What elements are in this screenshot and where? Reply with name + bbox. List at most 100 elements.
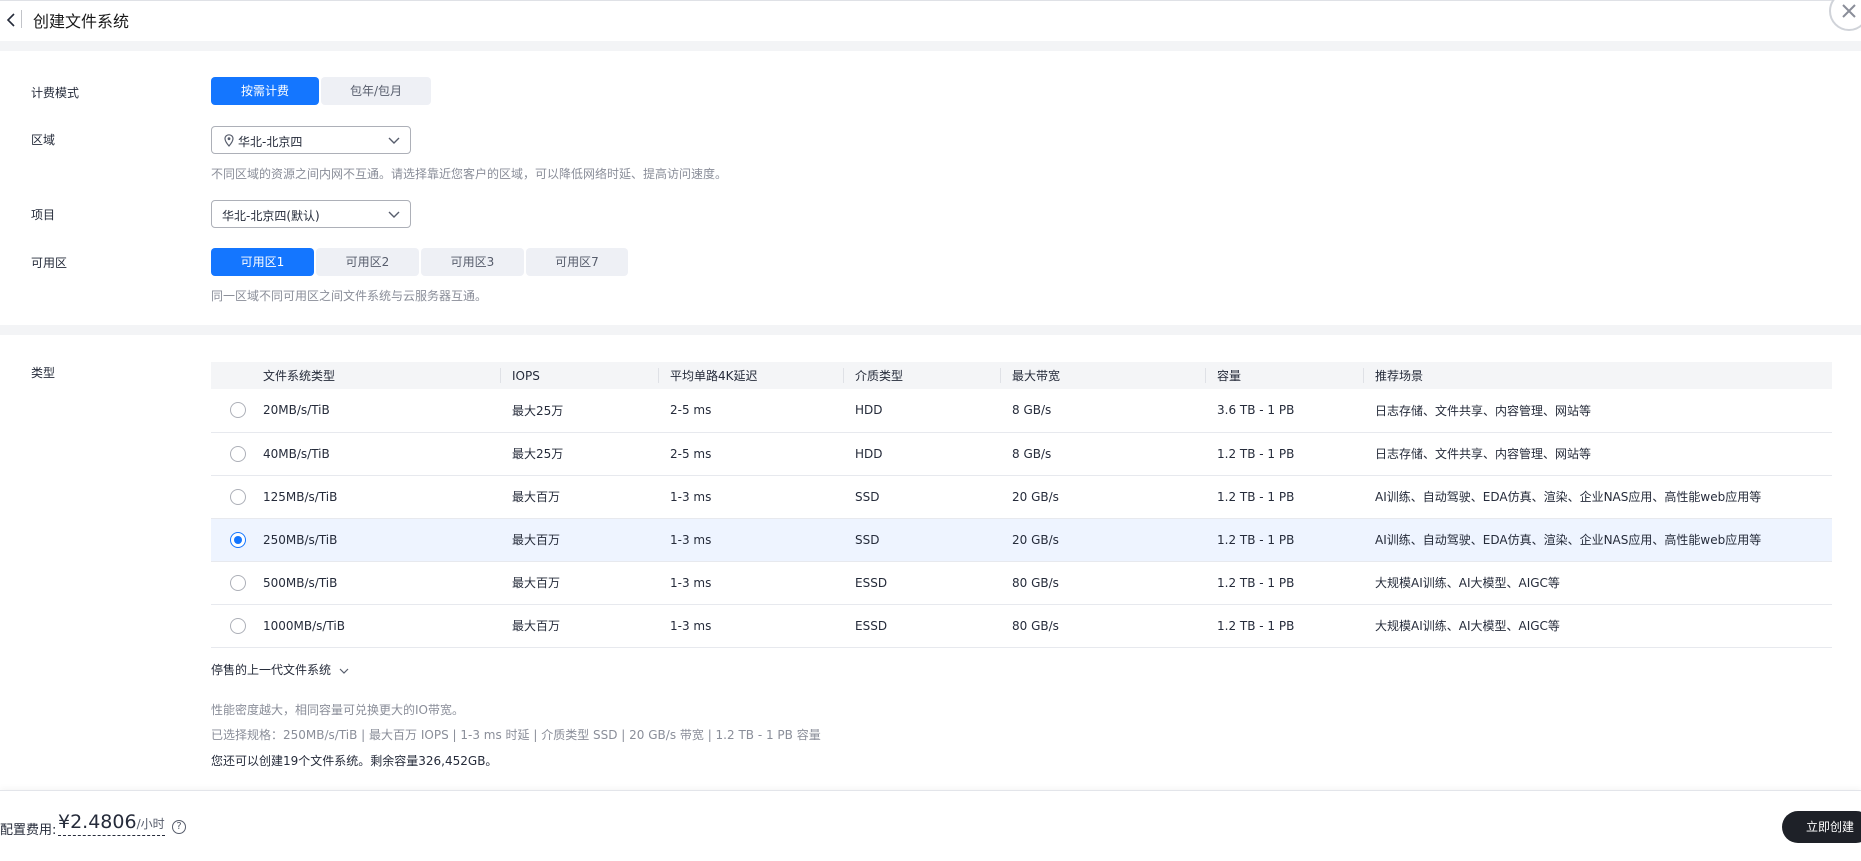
type-name-cell: 1000MB/s/TiB xyxy=(263,604,500,648)
capacity-cell: 1.2 TB - 1 PB xyxy=(1205,518,1363,562)
fee-unit: /小时 xyxy=(136,817,165,831)
fee-value[interactable]: ¥2.4806/小时 xyxy=(58,811,165,836)
file-system-type-table: 文件系统类型 IOPS 平均单路4K延迟 介质类型 最大带宽 容量 推荐场景 2… xyxy=(211,362,1832,648)
media-cell: SSD xyxy=(843,518,1000,562)
column-header-media: 介质类型 xyxy=(843,362,1000,389)
bandwidth-cell: 80 GB/s xyxy=(1000,604,1205,648)
type-radio[interactable] xyxy=(230,574,246,591)
bandwidth-cell: 8 GB/s xyxy=(1000,389,1205,433)
radio-cell xyxy=(211,604,263,648)
iops-cell: 最大百万 xyxy=(500,475,658,519)
close-icon[interactable] xyxy=(1829,0,1861,31)
radio-cell xyxy=(211,389,263,433)
type-name-cell: 500MB/s/TiB xyxy=(263,561,500,605)
capacity-cell: 1.2 TB - 1 PB xyxy=(1205,604,1363,648)
type-label: 类型 xyxy=(31,366,56,380)
type-name-cell: 250MB/s/TiB xyxy=(263,518,500,562)
type-radio[interactable] xyxy=(230,402,246,419)
chevron-down-icon xyxy=(388,137,400,144)
table-row[interactable]: 500MB/s/TiB 最大百万 1-3 ms ESSD 80 GB/s 1.2 TB -… xyxy=(211,561,1832,605)
type-radio[interactable] xyxy=(230,617,246,634)
billing-mode-label: 计费模式 xyxy=(31,86,80,100)
project-value: 华北-北京四(默认) xyxy=(222,209,320,223)
table-row[interactable]: 40MB/s/TiB 最大25万 2-5 ms HDD 8 GB/s 1.2 TB - 1… xyxy=(211,432,1832,476)
region-label: 区域 xyxy=(31,133,56,147)
latency-cell: 1-3 ms xyxy=(658,604,843,648)
billing-on-demand-button[interactable]: 按需计费 xyxy=(211,77,319,105)
media-cell: SSD xyxy=(843,475,1000,519)
header-divider xyxy=(21,10,22,28)
radio-cell xyxy=(211,475,263,519)
radio-column-header xyxy=(211,362,263,389)
page-header: 创建文件系统 xyxy=(0,0,1861,40)
media-cell: HDD xyxy=(843,389,1000,433)
table-row[interactable]: 1000MB/s/TiB 最大百万 1-3 ms ESSD 80 GB/s 1.2 TB … xyxy=(211,604,1832,648)
media-cell: ESSD xyxy=(843,561,1000,605)
type-radio[interactable] xyxy=(230,488,246,505)
scenario-cell: 日志存储、文件共享、内容管理、网站等 xyxy=(1363,432,1832,476)
discontinued-file-systems-toggle[interactable]: 停售的上一代文件系统 xyxy=(211,661,349,678)
bandwidth-cell: 20 GB/s xyxy=(1000,475,1205,519)
latency-cell: 1-3 ms xyxy=(658,475,843,519)
latency-cell: 2-5 ms xyxy=(658,389,843,433)
table-row[interactable]: 250MB/s/TiB 最大百万 1-3 ms SSD 20 GB/s 1.2 TB - … xyxy=(211,518,1832,562)
back-arrow-icon[interactable] xyxy=(4,10,18,30)
latency-cell: 1-3 ms xyxy=(658,561,843,605)
capacity-cell: 3.6 TB - 1 PB xyxy=(1205,389,1363,433)
radio-cell xyxy=(211,432,263,476)
latency-cell: 1-3 ms xyxy=(658,518,843,562)
az-2-button[interactable]: 可用区2 xyxy=(316,248,419,276)
column-header-iops: IOPS xyxy=(500,362,658,389)
type-radio[interactable] xyxy=(230,445,246,462)
selected-spec-summary: 已选择规格：250MB/s/TiB | 最大百万 IOPS | 1-3 ms 时… xyxy=(211,728,821,742)
az-1-button[interactable]: 可用区1 xyxy=(211,248,314,276)
project-select[interactable]: 华北-北京四(默认) xyxy=(211,200,411,228)
column-header-bandwidth: 最大带宽 xyxy=(1000,362,1205,389)
column-header-latency: 平均单路4K延迟 xyxy=(658,362,843,389)
region-value: 华北-北京四 xyxy=(238,135,303,149)
billing-yearly-monthly-button[interactable]: 包年/包月 xyxy=(321,77,431,105)
help-icon[interactable]: ? xyxy=(172,820,186,834)
table-row[interactable]: 125MB/s/TiB 最大百万 1-3 ms SSD 20 GB/s 1.2 TB - … xyxy=(211,475,1832,519)
column-header-capacity: 容量 xyxy=(1205,362,1363,389)
az-3-button[interactable]: 可用区3 xyxy=(421,248,524,276)
iops-cell: 最大百万 xyxy=(500,518,658,562)
discontinued-label: 停售的上一代文件系统 xyxy=(211,663,332,677)
scenario-cell: 大规模AI训练、AI大模型、AIGC等 xyxy=(1363,561,1832,605)
page-title: 创建文件系统 xyxy=(33,12,130,31)
type-name-cell: 125MB/s/TiB xyxy=(263,475,500,519)
capacity-cell: 1.2 TB - 1 PB xyxy=(1205,432,1363,476)
latency-cell: 2-5 ms xyxy=(658,432,843,476)
bandwidth-cell: 20 GB/s xyxy=(1000,518,1205,562)
quota-note: 您还可以创建19个文件系统。剩余容量326,452GB。 xyxy=(211,754,498,768)
media-cell: HDD xyxy=(843,432,1000,476)
type-name-cell: 20MB/s/TiB xyxy=(263,389,500,433)
iops-cell: 最大25万 xyxy=(500,432,658,476)
bandwidth-cell: 8 GB/s xyxy=(1000,432,1205,476)
scenario-cell: AI训练、自动驾驶、EDA仿真、渲染、企业NAS应用、高性能web应用等 xyxy=(1363,475,1832,519)
type-radio[interactable] xyxy=(230,531,246,548)
az-label: 可用区 xyxy=(31,256,68,270)
iops-cell: 最大百万 xyxy=(500,561,658,605)
density-note: 性能密度越大，相同容量可兑换更大的IO带宽。 xyxy=(211,703,464,717)
region-select[interactable]: 华北-北京四 xyxy=(211,126,411,154)
type-name-cell: 40MB/s/TiB xyxy=(263,432,500,476)
bandwidth-cell: 80 GB/s xyxy=(1000,561,1205,605)
iops-cell: 最大百万 xyxy=(500,604,658,648)
region-hint: 不同区域的资源之间内网不互通。请选择靠近您客户的区域，可以降低网络时延、提高访问… xyxy=(211,167,728,181)
capacity-cell: 1.2 TB - 1 PB xyxy=(1205,561,1363,605)
location-pin-icon xyxy=(224,134,234,147)
table-row[interactable]: 20MB/s/TiB 最大25万 2-5 ms HDD 8 GB/s 3.6 TB - 1… xyxy=(211,389,1832,433)
iops-cell: 最大25万 xyxy=(500,389,658,433)
section-divider xyxy=(0,41,1861,51)
capacity-cell: 1.2 TB - 1 PB xyxy=(1205,475,1363,519)
az-7-button[interactable]: 可用区7 xyxy=(526,248,628,276)
az-hint: 同一区域不同可用区之间文件系统与云服务器互通。 xyxy=(211,289,488,303)
radio-cell xyxy=(211,518,263,562)
chevron-down-icon xyxy=(388,211,400,218)
create-now-button[interactable]: 立即创建 xyxy=(1782,811,1861,843)
media-cell: ESSD xyxy=(843,604,1000,648)
scenario-cell: 日志存储、文件共享、内容管理、网站等 xyxy=(1363,389,1832,433)
column-header-type: 文件系统类型 xyxy=(263,362,500,389)
table-header-row: 文件系统类型 IOPS 平均单路4K延迟 介质类型 最大带宽 容量 推荐场景 xyxy=(211,362,1832,389)
